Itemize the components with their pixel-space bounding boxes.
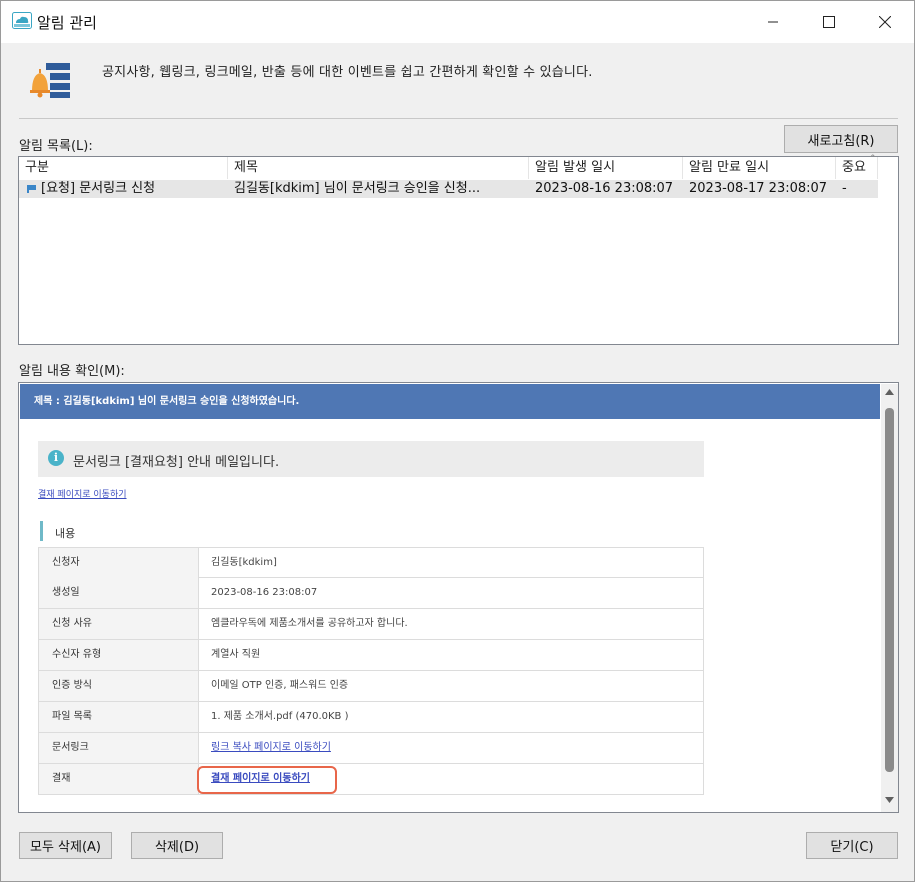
detail-key: 문서링크	[38, 733, 198, 763]
detail-row-applicant: 신청자 김길동[kdkim]	[38, 547, 704, 578]
detail-row-created: 생성일 2023-08-16 23:08:07	[38, 578, 704, 609]
flag-icon	[27, 185, 36, 193]
scroll-down-arrow-icon[interactable]	[885, 797, 894, 803]
title-bar: 알림 관리	[1, 1, 914, 43]
detail-value: 엠클라우독에 제품소개서를 공유하고자 합니다.	[198, 609, 704, 639]
viewer-title: 제목 : 김길동[kdkim] 님이 문서링크 승인을 신청하였습니다.	[20, 384, 880, 419]
detail-row-reason: 신청 사유 엠클라우독에 제품소개서를 공유하고자 합니다.	[38, 609, 704, 640]
content-label: 알림 내용 확인(M):	[19, 364, 125, 379]
detail-value: 1. 제품 소개서.pdf (470.0KB )	[198, 702, 704, 732]
detail-row-approval: 결재 결재 페이지로 이동하기	[38, 764, 704, 795]
scroll-up-arrow-icon[interactable]	[885, 389, 894, 395]
header-description: 공지사항, 웹링크, 링크메일, 반출 등에 대한 이벤트를 쉽고 간편하게 확…	[102, 65, 593, 80]
window-title: 알림 관리	[37, 14, 97, 32]
delete-all-button[interactable]: 모두 삭제(A)	[19, 832, 112, 859]
column-header-subject[interactable]: 제목	[228, 157, 529, 179]
detail-value: 2023-08-16 23:08:07	[198, 578, 704, 608]
notice-text: 문서링크 [결재요청] 안내 메일입니다.	[73, 455, 280, 470]
info-icon: i	[48, 450, 64, 466]
close-window-button[interactable]	[857, 1, 913, 43]
row-expires: 2023-08-17 23:08:07	[689, 181, 828, 196]
sort-indicator-icon: ^	[869, 154, 877, 164]
section-title: 내용	[55, 527, 76, 540]
detail-key: 인증 방식	[38, 671, 198, 701]
detail-row-doc-link: 문서링크 링크 복사 페이지로 이동하기	[38, 733, 704, 764]
detail-row-file-list: 파일 목록 1. 제품 소개서.pdf (470.0KB )	[38, 702, 704, 733]
detail-key: 결재	[38, 764, 198, 794]
header-divider	[19, 118, 898, 119]
close-button[interactable]: 닫기(C)	[806, 832, 898, 859]
cloud-app-icon	[12, 12, 32, 29]
maximize-button[interactable]	[801, 1, 857, 43]
detail-key: 생성일	[38, 578, 198, 608]
maximize-icon	[823, 16, 835, 28]
detail-row-recipient-type: 수신자 유형 계열사 직원	[38, 640, 704, 671]
detail-key: 수신자 유형	[38, 640, 198, 670]
scrollbar-thumb[interactable]	[885, 408, 894, 772]
link-copy-page-link[interactable]: 링크 복사 페이지로 이동하기	[211, 742, 331, 753]
table-row[interactable]: [요청] 문서링크 신청 김길동[kdkim] 님이 문서링크 승인을 신청..…	[19, 180, 878, 198]
detail-key: 신청 사유	[38, 609, 198, 639]
alert-list-label: 알림 목록(L):	[19, 139, 93, 154]
row-created: 2023-08-16 23:08:07	[535, 181, 674, 196]
minimize-button[interactable]	[745, 1, 801, 43]
column-header-category[interactable]: 구분	[19, 157, 228, 179]
row-subject: 김길동[kdkim] 님이 문서링크 승인을 신청...	[234, 181, 481, 196]
detail-value: 김길동[kdkim]	[198, 548, 704, 578]
approval-link-top[interactable]: 결재 페이지로 이동하기	[38, 487, 127, 500]
detail-key: 파일 목록	[38, 702, 198, 732]
close-icon	[879, 16, 891, 28]
detail-row-auth-method: 인증 방식 이메일 OTP 인증, 패스워드 인증	[38, 671, 704, 702]
bell-list-icon	[30, 63, 70, 98]
detail-key: 신청자	[38, 548, 198, 578]
alert-management-window: 알림 관리 공지사항, 웹링크, 링크메일, 반출 등에 대한 이벤트를 쉽고 …	[0, 0, 915, 882]
column-header-created[interactable]: 알림 발생 일시	[529, 157, 683, 179]
row-important: -	[842, 181, 847, 196]
minimize-icon	[768, 21, 778, 23]
refresh-button[interactable]: 새로고침(R)	[784, 125, 898, 153]
detail-value: 계열사 직원	[198, 640, 704, 670]
column-header-expires[interactable]: 알림 만료 일시	[683, 157, 836, 179]
detail-value: 이메일 OTP 인증, 패스워드 인증	[198, 671, 704, 701]
notice-box: i 문서링크 [결재요청] 안내 메일입니다.	[38, 441, 704, 477]
section-accent-bar	[40, 521, 43, 541]
alert-list-view[interactable]: 구분 제목 알림 발생 일시 알림 만료 일시 중요 ^ [요청] 문서링크 신…	[18, 154, 899, 345]
approval-link-highlight	[197, 766, 337, 794]
content-viewer[interactable]: 제목 : 김길동[kdkim] 님이 문서링크 승인을 신청하였습니다. i 문…	[18, 382, 899, 813]
row-category: [요청] 문서링크 신청	[41, 181, 156, 196]
delete-button[interactable]: 삭제(D)	[131, 832, 223, 859]
list-header: 구분 제목 알림 발생 일시 알림 만료 일시 중요 ^	[19, 154, 898, 179]
detail-value-cell: 링크 복사 페이지로 이동하기	[198, 733, 704, 763]
